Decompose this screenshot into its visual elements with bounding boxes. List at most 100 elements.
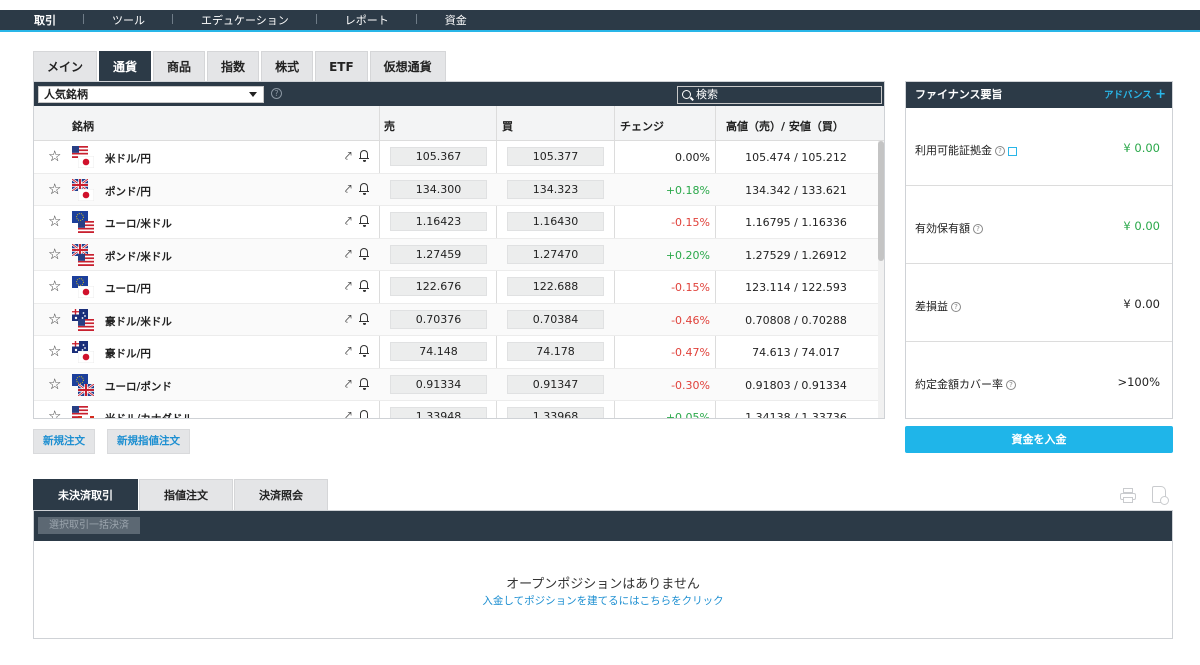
instrument-row[interactable]: ☆ ユーロ/円 ⤤ 122.676 122.688 -0.15% 123.114 / 122… bbox=[34, 271, 879, 304]
help-icon[interactable]: ? bbox=[951, 302, 961, 312]
tab-settlement-history[interactable]: 決済照会 bbox=[234, 479, 328, 510]
trade-arrow-icon[interactable]: ⤤ bbox=[345, 344, 352, 359]
trade-arrow-icon[interactable]: ⤤ bbox=[345, 409, 352, 418]
sell-price-button[interactable]: 74.148 bbox=[390, 342, 487, 361]
tab-crypto[interactable]: 仮想通貨 bbox=[369, 51, 446, 81]
sell-price-button[interactable]: 1.27459 bbox=[390, 244, 487, 264]
buy-price-button[interactable]: 0.70384 bbox=[507, 309, 604, 329]
trade-arrow-icon[interactable]: ⤤ bbox=[345, 312, 352, 327]
favorite-star-icon[interactable]: ☆ bbox=[48, 376, 61, 392]
favorite-star-icon[interactable]: ☆ bbox=[48, 181, 61, 197]
finance-row-available-margin: 利用可能証拠金? ¥ 0.00 bbox=[906, 108, 1172, 186]
instrument-row[interactable]: ☆ ユーロ/ポンド ⤤ 0.91334 0.91347 -0.30% 0.91803 / 0… bbox=[34, 368, 879, 401]
help-icon[interactable]: ? bbox=[271, 88, 282, 99]
favorite-star-icon[interactable]: ☆ bbox=[48, 214, 61, 229]
advance-link[interactable]: アドバンス + bbox=[1104, 82, 1166, 109]
sell-price-button[interactable]: 105.367 bbox=[390, 147, 487, 166]
flag-ca-icon bbox=[78, 416, 94, 418]
export-document-icon[interactable] bbox=[1152, 486, 1169, 505]
trade-arrow-icon[interactable]: ⤤ bbox=[345, 377, 352, 392]
buy-price-button[interactable]: 122.688 bbox=[507, 277, 604, 296]
scrollbar[interactable] bbox=[878, 141, 884, 418]
buy-price-button[interactable]: 1.33968 bbox=[507, 407, 604, 418]
change-value: -0.30% bbox=[671, 378, 710, 392]
price-alert-bell-icon[interactable] bbox=[359, 279, 369, 292]
instrument-row[interactable]: ☆ 米ドル/カナダドル ⤤ 1.33948 1.33968 +0.05% 1.34138 /… bbox=[34, 401, 879, 419]
positions-panel: 選択取引一括決済 オープンポジションはありません 入金してポジションを建てるには… bbox=[33, 510, 1173, 639]
col-header-symbol: 銘柄 bbox=[72, 120, 94, 133]
buy-price-button[interactable]: 74.178 bbox=[507, 342, 604, 361]
buy-price-button[interactable]: 1.16430 bbox=[507, 212, 604, 231]
search-icon bbox=[682, 90, 691, 99]
favorite-star-icon[interactable]: ☆ bbox=[48, 344, 61, 359]
price-alert-bell-icon[interactable] bbox=[359, 409, 369, 418]
trade-arrow-icon[interactable]: ⤤ bbox=[345, 247, 352, 262]
sell-price-button[interactable]: 1.33948 bbox=[390, 407, 487, 418]
sell-price-button[interactable]: 1.16423 bbox=[390, 212, 487, 231]
instrument-row[interactable]: ☆ 豪ドル/米ドル ⤤ 0.70376 0.70384 -0.46% 0.70808 / 0… bbox=[34, 303, 879, 336]
instrument-row[interactable]: ☆ 豪ドル/円 ⤤ 74.148 74.178 -0.47% 74.613 / 74.017 bbox=[34, 336, 879, 369]
tab-commodities[interactable]: 商品 bbox=[153, 51, 206, 81]
tab-indices[interactable]: 指数 bbox=[207, 51, 260, 81]
price-alert-bell-icon[interactable] bbox=[359, 182, 369, 195]
trade-arrow-icon[interactable]: ⤤ bbox=[345, 214, 352, 229]
price-alert-bell-icon[interactable] bbox=[359, 377, 369, 390]
favorite-star-icon[interactable]: ☆ bbox=[48, 149, 61, 164]
tab-main[interactable]: メイン bbox=[33, 51, 98, 81]
search-input[interactable]: 検索 bbox=[677, 86, 882, 104]
deposit-link[interactable]: 入金してポジションを建てるにはこちらをクリック bbox=[34, 593, 1172, 608]
finance-row-equity: 有効保有額? ¥ 0.00 bbox=[906, 186, 1172, 264]
high-low-value: 123.114 / 122.593 bbox=[745, 281, 847, 294]
trade-arrow-icon[interactable]: ⤤ bbox=[345, 149, 352, 164]
sell-price-button[interactable]: 0.70376 bbox=[390, 309, 487, 329]
sell-price-button[interactable]: 134.300 bbox=[390, 179, 487, 199]
col-header-high-low: 高値（売）/ 安値（買） bbox=[726, 120, 844, 133]
instrument-row[interactable]: ☆ ポンド/円 ⤤ 134.300 134.323 +0.18% 134.342 / 133… bbox=[34, 173, 879, 206]
nav-tools[interactable]: ツール bbox=[84, 12, 173, 28]
sell-price-button[interactable]: 0.91334 bbox=[390, 374, 487, 394]
deposit-button[interactable]: 資金を入金 bbox=[905, 426, 1173, 453]
tab-etf[interactable]: ETF bbox=[315, 51, 368, 81]
price-alert-bell-icon[interactable] bbox=[359, 344, 369, 357]
favorite-star-icon[interactable]: ☆ bbox=[48, 311, 61, 327]
favorite-star-icon[interactable]: ☆ bbox=[48, 279, 61, 294]
trade-arrow-icon[interactable]: ⤤ bbox=[345, 182, 352, 197]
watchlist-select[interactable]: 人気銘柄 bbox=[38, 86, 264, 103]
price-alert-bell-icon[interactable] bbox=[359, 312, 369, 325]
price-alert-bell-icon[interactable] bbox=[359, 149, 369, 162]
nav-reports[interactable]: レポート bbox=[317, 12, 417, 28]
help-icon[interactable]: ? bbox=[1006, 380, 1016, 390]
bulk-close-button[interactable]: 選択取引一括決済 bbox=[38, 517, 140, 534]
trade-arrow-icon[interactable]: ⤤ bbox=[345, 279, 352, 294]
finance-label: 差損益? bbox=[915, 298, 961, 314]
price-alert-bell-icon[interactable] bbox=[359, 247, 369, 260]
instrument-row[interactable]: ☆ ポンド/米ドル ⤤ 1.27459 1.27470 +0.20% 1.27529 / 1… bbox=[34, 238, 879, 271]
new-limit-order-button[interactable]: 新規指値注文 bbox=[107, 429, 190, 454]
scrollbar-thumb[interactable] bbox=[878, 141, 884, 261]
instrument-row[interactable]: ☆ ユーロ/米ドル ⤤ 1.16423 1.16430 -0.15% 1.16795 / 1… bbox=[34, 206, 879, 239]
favorite-star-icon[interactable]: ☆ bbox=[48, 409, 61, 419]
help-icon[interactable]: ? bbox=[995, 146, 1005, 156]
price-alert-bell-icon[interactable] bbox=[359, 214, 369, 227]
tab-stocks[interactable]: 株式 bbox=[261, 51, 314, 81]
finance-title: ファイナンス要旨 bbox=[915, 88, 1003, 101]
help-icon[interactable]: ? bbox=[973, 224, 983, 234]
tab-limit-orders[interactable]: 指値注文 bbox=[139, 479, 233, 510]
finance-label-text: 約定金額カバー率 bbox=[915, 378, 1003, 391]
sell-price-button[interactable]: 122.676 bbox=[390, 277, 487, 296]
new-order-button[interactable]: 新規注文 bbox=[33, 429, 95, 454]
fx-icon[interactable] bbox=[1008, 146, 1017, 156]
tab-currency[interactable]: 通貨 bbox=[99, 51, 152, 81]
buy-price-button[interactable]: 105.377 bbox=[507, 147, 604, 166]
nav-funds[interactable]: 資金 bbox=[417, 12, 495, 28]
favorite-star-icon[interactable]: ☆ bbox=[48, 246, 61, 262]
market-panel: 人気銘柄 ? 検索 銘柄 売 買 チェンジ 高値（売）/ 安値（買） ☆ 米ドル/… bbox=[33, 81, 885, 419]
buy-price-button[interactable]: 1.27470 bbox=[507, 244, 604, 264]
nav-trade[interactable]: 取引 bbox=[0, 12, 84, 28]
buy-price-button[interactable]: 0.91347 bbox=[507, 374, 604, 394]
tab-open-positions[interactable]: 未決済取引 bbox=[33, 479, 138, 510]
instrument-row[interactable]: ☆ 米ドル/円 ⤤ 105.367 105.377 0.00% 105.474 / 105.… bbox=[34, 141, 879, 174]
print-icon[interactable] bbox=[1120, 488, 1136, 503]
nav-education[interactable]: エデュケーション bbox=[173, 12, 317, 28]
buy-price-button[interactable]: 134.323 bbox=[507, 179, 604, 199]
